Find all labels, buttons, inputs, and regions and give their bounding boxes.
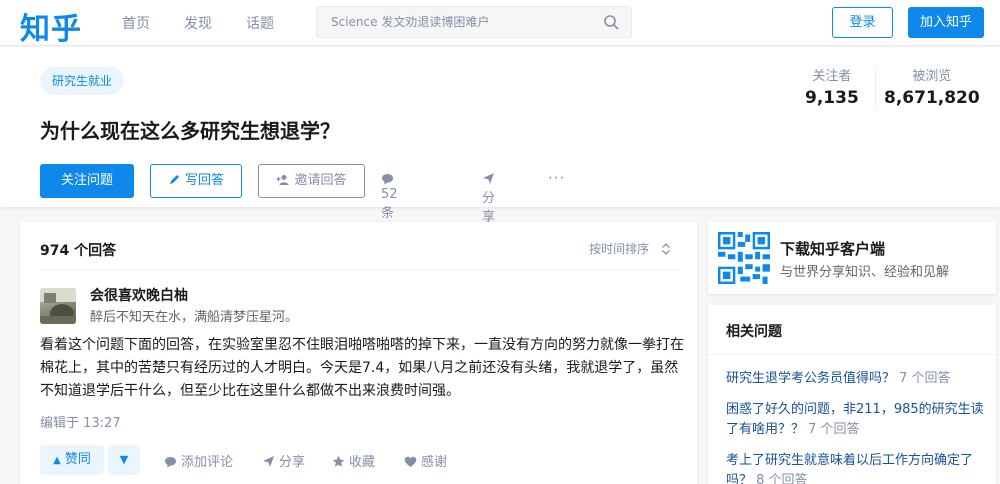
downvote-triangle-icon: ▼ bbox=[119, 453, 129, 466]
collect-label: 收藏 bbox=[349, 455, 376, 470]
author-name[interactable]: 会很喜欢晚白柚 bbox=[90, 285, 188, 305]
app-download-subtitle: 与世界分享知识、经验和见解 bbox=[780, 265, 950, 280]
search-input[interactable] bbox=[317, 7, 597, 37]
related-question-item[interactable]: 困惑了好久的问题，非211，985的研究生读了有啥用？？ 7 个回答 bbox=[726, 400, 984, 440]
pencil-icon bbox=[169, 175, 179, 184]
write-answer-label: 写回答 bbox=[184, 173, 224, 188]
edited-time[interactable]: 编辑于 13:27 bbox=[40, 412, 121, 431]
more-options-button[interactable]: ··· bbox=[548, 169, 565, 187]
related-question-count: 8 个回答 bbox=[756, 473, 808, 484]
topic-tag[interactable]: 研究生就业 bbox=[40, 67, 125, 95]
invite-answer-button[interactable]: 邀请回答 bbox=[258, 164, 365, 198]
question-header: 研究生就业 为什么现在这么多研究生想退学？ 关注者 9,135 被浏览 8,67… bbox=[0, 47, 1000, 259]
answer-content: 看着这个问题下面的回答，在实验室里忍不住眼泪啪嗒啪嗒的掉下来，一直没有方向的努力… bbox=[40, 337, 684, 399]
related-question-text: 研究生退学考公务员值得吗？ bbox=[726, 371, 896, 386]
upvote-button[interactable]: ▲ 赞同 bbox=[40, 445, 104, 475]
answer-count: 974 个回答 bbox=[40, 243, 117, 259]
avatar[interactable] bbox=[40, 288, 76, 324]
qr-code-icon bbox=[718, 232, 770, 284]
related-questions: 相关问题 研究生退学考公务员值得吗？ 7 个回答 困惑了好久的问题，非211，9… bbox=[708, 305, 996, 484]
stat-divider bbox=[875, 67, 876, 109]
login-button[interactable]: 登录 bbox=[832, 7, 893, 38]
share-answer-label: 分享 bbox=[279, 455, 306, 470]
heart-icon bbox=[404, 456, 417, 467]
thanks-button[interactable]: 感谢 bbox=[404, 451, 447, 470]
related-question-count: 7 个回答 bbox=[899, 371, 951, 386]
followers-count: 9,135 bbox=[805, 88, 859, 108]
views-count: 8,671,820 bbox=[884, 88, 980, 108]
views-label: 被浏览 bbox=[912, 69, 952, 84]
avatar-image bbox=[40, 288, 76, 324]
share-icon bbox=[483, 173, 494, 184]
thanks-label: 感谢 bbox=[421, 455, 448, 470]
divider bbox=[40, 269, 680, 270]
join-button[interactable]: 加入知乎 bbox=[908, 7, 984, 38]
sort-toggle[interactable]: 按时间排序 bbox=[589, 240, 671, 257]
add-user-icon bbox=[276, 175, 289, 185]
answers-list: 974 个回答 按时间排序 会很喜欢晚白柚 醉后不知天在水，满船清梦压星河。 看… bbox=[20, 222, 697, 484]
star-icon bbox=[332, 455, 345, 467]
share-answer-button[interactable]: 分享 bbox=[262, 451, 305, 470]
comment-icon bbox=[165, 457, 176, 468]
sort-label: 按时间排序 bbox=[589, 242, 650, 256]
share-label: 分享 bbox=[482, 191, 496, 225]
downvote-button[interactable]: ▼ bbox=[108, 445, 140, 475]
share-icon bbox=[263, 456, 274, 467]
comment-icon bbox=[382, 174, 393, 185]
write-answer-button[interactable]: 写回答 bbox=[150, 164, 242, 198]
zhihu-logo[interactable]: 知乎 bbox=[20, 4, 82, 48]
search-box bbox=[316, 6, 632, 38]
related-title: 相关问题 bbox=[726, 324, 782, 340]
question-title: 为什么现在这么多研究生想退学？ bbox=[40, 119, 340, 143]
search-icon[interactable] bbox=[603, 14, 619, 30]
sort-arrows-icon bbox=[662, 243, 670, 255]
app-download-title: 下载知乎客户端 bbox=[780, 240, 886, 258]
add-comment-label: 添加评论 bbox=[181, 455, 234, 470]
top-navbar: 知乎 首页 发现 话题 登录 加入知乎 bbox=[0, 0, 1000, 48]
related-question-count: 7 个回答 bbox=[808, 422, 860, 437]
views-stat: 被浏览 8,671,820 bbox=[884, 65, 980, 108]
author-bio: 醉后不知天在水，满船清梦压星河。 bbox=[90, 310, 299, 325]
collect-button[interactable]: 收藏 bbox=[332, 451, 375, 470]
followers-label: 关注者 bbox=[812, 69, 852, 84]
followers-stat: 关注者 9,135 bbox=[805, 65, 859, 108]
related-question-item[interactable]: 研究生退学考公务员值得吗？ 7 个回答 bbox=[726, 369, 984, 389]
share-link[interactable]: 分享 bbox=[482, 172, 499, 225]
nav-topics[interactable]: 话题 bbox=[246, 13, 274, 33]
upvote-triangle-icon: ▲ bbox=[53, 455, 61, 466]
invite-answer-label: 邀请回答 bbox=[294, 173, 347, 188]
nav-home[interactable]: 首页 bbox=[122, 13, 150, 33]
add-comment-button[interactable]: 添加评论 bbox=[164, 451, 233, 470]
related-question-item[interactable]: 考上了研究生就意味着以后工作方向确定了吗？ 8 个回答 bbox=[726, 451, 984, 484]
upvote-label: 赞同 bbox=[64, 452, 91, 467]
divider bbox=[708, 354, 996, 355]
app-download-card[interactable]: 下载知乎客户端 与世界分享知识、经验和见解 bbox=[708, 222, 996, 294]
follow-question-button[interactable]: 关注问题 bbox=[40, 164, 134, 198]
nav-discover[interactable]: 发现 bbox=[184, 13, 212, 33]
